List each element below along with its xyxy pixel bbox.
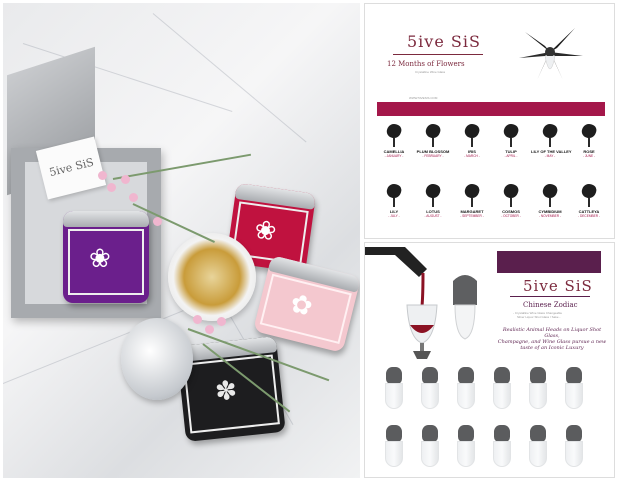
zodiac-tiger-icon xyxy=(453,367,479,411)
pink-flower xyxy=(121,175,130,184)
description-line: Realistic Animal Heads on Liquor Shot Gl… xyxy=(502,327,602,339)
flower-item-cymbidium: CYMBIDIUM - NOVEMBER - xyxy=(531,182,569,236)
glass-stem xyxy=(471,138,473,147)
zodiac-monkey-icon xyxy=(453,425,479,469)
divider xyxy=(510,296,590,297)
lily-glass-icon xyxy=(519,28,583,80)
glass-stem xyxy=(393,198,395,207)
catalog-subtitle: Crystalline Wine Glass xyxy=(415,70,446,74)
lily-of-the-valley-icon xyxy=(541,122,559,140)
pink-flower xyxy=(153,217,162,226)
flower-month: - NOVEMBER - xyxy=(538,214,562,218)
flower-item-iris: IRIS - MARCH - xyxy=(453,122,491,176)
flower-month: - JANUARY - xyxy=(384,154,404,158)
flower-item-cattleya: CATTLEYA - DECEMBER - xyxy=(570,182,608,236)
glass-stem xyxy=(471,198,473,207)
zodiac-catalog-page: 5ive SiS Chinese Zodiac - Crystalline Wi… xyxy=(364,242,615,478)
flower-item-plum-blossom: PLUM BLOSSOM - FEBRUARY - xyxy=(414,122,452,176)
tin-lid xyxy=(63,211,149,227)
marble-vein xyxy=(152,13,307,143)
flower-month: - APRIL - xyxy=(504,154,518,158)
flower-month: - FEBRUARY - xyxy=(422,154,444,158)
glass-stem xyxy=(549,138,551,147)
zodiac-goat-icon xyxy=(417,425,443,469)
accent-bar xyxy=(377,102,605,116)
cattleya-icon xyxy=(580,182,598,200)
cosmos-icon xyxy=(502,182,520,200)
black-tea-tin: ✽ xyxy=(176,336,286,442)
pink-flower xyxy=(217,317,226,326)
flowers-catalog-page: 5ive SiS 12 Months of Flowers Crystallin… xyxy=(364,3,615,239)
zodiac-ox-icon xyxy=(417,367,443,411)
glass-stem xyxy=(510,138,512,147)
flower-month: - AUGUST - xyxy=(424,214,442,218)
website-url: WWW.5IVESIS.COM xyxy=(409,96,438,100)
card-logo: 5ive SiS xyxy=(47,155,96,180)
zodiac-rooster-icon xyxy=(489,425,515,469)
pink-flower xyxy=(98,171,107,180)
flower-item-tulip: TULIP - APRIL - xyxy=(492,122,530,176)
purple-tea-tin: ❀ xyxy=(63,211,149,303)
product-photo: 5ive SiS ❀ ❀ ✿ ✽ xyxy=(3,3,360,478)
flower-month: - JULY - xyxy=(388,214,400,218)
pink-flower xyxy=(107,183,116,192)
blossom-motif-icon: ❀ xyxy=(252,213,279,247)
catalog-title: 12 Months of Flowers xyxy=(387,60,465,68)
margaret-icon xyxy=(463,182,481,200)
catalog-subtitle-line-2: Silver Liquor Shot Glass / Sake - xyxy=(517,315,561,319)
flower-month: - JUNE - xyxy=(582,154,596,158)
glass-stem xyxy=(588,138,590,147)
zodiac-dragon-icon xyxy=(525,367,551,411)
glass-jar xyxy=(121,318,193,400)
flower-item-lily-of-the-valley: LILY OF THE VALLEY - MAY - xyxy=(531,122,572,176)
lotus-icon xyxy=(424,182,442,200)
zodiac-snake-icon xyxy=(561,367,587,411)
iris-icon xyxy=(463,122,481,140)
camellia-icon xyxy=(385,122,403,140)
rose-icon xyxy=(580,122,598,140)
glass-stem xyxy=(549,198,551,207)
catalog-description: Realistic Animal Heads on Liquor Shot Gl… xyxy=(497,327,607,351)
catalog-title: Chinese Zodiac xyxy=(523,301,578,309)
blossom-motif-icon: ❀ xyxy=(89,243,111,273)
brand-logo: 5ive SiS xyxy=(407,32,481,51)
cymbidium-icon xyxy=(541,182,559,200)
flower-item-camellia: CAMELLIA - JANUARY - xyxy=(375,122,413,176)
tulip-icon xyxy=(502,122,520,140)
flower-item-lily: LILY - JULY - xyxy=(375,182,413,236)
glass-stem xyxy=(510,198,512,207)
tea-cup xyxy=(168,233,256,321)
plum-blossom-icon xyxy=(424,122,442,140)
description-line: taste of an Iconic Luxury xyxy=(520,345,584,351)
flower-item-lotus: LOTUS - AUGUST - xyxy=(414,182,452,236)
brand-logo: 5ive SiS xyxy=(523,277,593,295)
flower-item-rose: ROSE - JUNE - xyxy=(570,122,608,176)
zodiac-rabbit-icon xyxy=(489,367,515,411)
zodiac-horse-icon xyxy=(381,425,407,469)
wine-pour-image xyxy=(365,247,477,359)
flower-item-cosmos: COSMOS - OCTOBER - xyxy=(492,182,530,236)
glass-stem xyxy=(432,138,434,147)
pink-flower xyxy=(193,315,202,324)
glass-stem xyxy=(432,198,434,207)
divider xyxy=(393,54,483,55)
pink-flower xyxy=(205,325,214,334)
glass-stem xyxy=(588,198,590,207)
flower-month: - DECEMBER - xyxy=(578,214,600,218)
flower-month: - MARCH - xyxy=(464,154,480,158)
lily-icon xyxy=(385,182,403,200)
flower-month: - OCTOBER - xyxy=(501,214,521,218)
zodiac-dog-icon xyxy=(525,425,551,469)
flower-month: - SEPTEMBER - xyxy=(460,214,484,218)
glass-stem xyxy=(393,138,395,147)
flower-month: - MAY - xyxy=(544,154,556,158)
blossom-motif-icon: ✽ xyxy=(213,374,239,407)
accent-bar xyxy=(497,251,601,273)
flower-item-margaret: MARGARET - SEPTEMBER - xyxy=(453,182,491,236)
zodiac-pig-icon xyxy=(561,425,587,469)
pink-flower xyxy=(129,193,138,202)
zodiac-rat-icon xyxy=(381,367,407,411)
